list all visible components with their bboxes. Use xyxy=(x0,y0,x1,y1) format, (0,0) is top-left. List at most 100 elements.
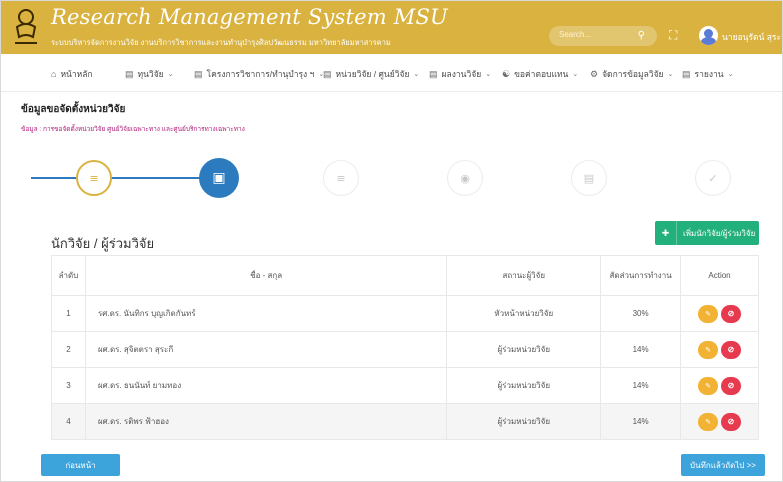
settings-icon: ⚙ xyxy=(590,68,599,79)
nav-item-label: รายงาน xyxy=(694,69,724,79)
file-icon: ▤ xyxy=(583,171,595,185)
delete-button[interactable]: ⊘ xyxy=(721,340,742,359)
page-title: ข้อมูลขอจัดตั้งหน่วยวิจัย xyxy=(21,104,126,115)
nav-item-label: โครงการวิชาการ/ทำนุบำรุง ฯ xyxy=(206,69,315,79)
edit-icon: ✎ xyxy=(705,346,711,354)
edit-button[interactable]: ✎ xyxy=(698,304,719,323)
chevron-down-icon: ⌄ xyxy=(413,71,420,78)
table-header-row: ลำดับ ชื่อ - สกุล สถานะผู้วิจัย สัดส่วนก… xyxy=(51,255,759,296)
edit-button[interactable]: ✎ xyxy=(698,340,719,359)
delete-icon: ⊘ xyxy=(727,417,735,426)
edit-button[interactable]: ✎ xyxy=(698,376,719,395)
add-researcher-button[interactable]: ✚ เพิ่มนักวิจัย/ผู้ร่วมวิจัย xyxy=(655,221,759,245)
col-header-no: ลำดับ xyxy=(51,255,86,296)
col-header-status: สถานะผู้วิจัย xyxy=(446,255,602,296)
page-subtitle: ข้อมูล : การขอจัดตั้งหน่วยวิจัย ศูนย์วิจ… xyxy=(21,126,245,133)
nav-item-label: จัดการข้อมูลวิจัย xyxy=(602,69,664,79)
main-nav: ⌂ หน้าหลัก ▤ ทุนวิจัย ⌄ ▤ โครงการวิชาการ… xyxy=(1,54,782,92)
step-3[interactable]: ≡ xyxy=(323,160,359,196)
nav-item-research-units[interactable]: ▤ หน่วยวิจัย / ศูนย์วิจัย ⌄ xyxy=(323,67,419,81)
save-next-button[interactable]: บันทึกแล้วถัดไป >> xyxy=(681,454,765,476)
edit-button[interactable]: ✎ xyxy=(698,412,719,431)
delete-button[interactable]: ⊘ xyxy=(721,376,742,395)
nav-item-grants[interactable]: ▤ ทุนวิจัย ⌄ xyxy=(125,67,174,81)
chevron-down-icon: ⌄ xyxy=(727,71,734,78)
delete-button[interactable]: ⊘ xyxy=(721,412,742,431)
nav-item-label: ขอค่าตอบแทน xyxy=(514,69,569,79)
chevron-down-icon: ⌄ xyxy=(572,71,579,78)
search-input[interactable]: Search... xyxy=(559,30,591,39)
row-actions: ✎ ⊘ xyxy=(680,403,759,440)
app-window: Research Management System MSU ระบบบริหา… xyxy=(0,0,783,482)
nav-item-label: ทุนวิจัย xyxy=(137,69,164,79)
step-5[interactable]: ▤ xyxy=(571,160,607,196)
chevron-down-icon: ⌄ xyxy=(667,71,674,78)
row-name: รศ.ดร. นันทิกร บุญเกิดกันทร์ xyxy=(84,295,448,332)
search-box[interactable]: Search... ⚲ xyxy=(549,26,657,46)
col-header-share: สัดส่วนการทำงาน xyxy=(600,255,682,296)
researchers-card: นักวิจัย / ผู้ร่วมวิจัย ✚ เพิ่มนักวิจัย/… xyxy=(41,219,759,469)
chevron-down-icon: ⌄ xyxy=(485,71,492,78)
nav-item-rewards[interactable]: ☯ ขอค่าตอบแทน ⌄ xyxy=(502,67,578,81)
delete-icon: ⊘ xyxy=(727,309,735,318)
table-row: 2 ผศ.ดร. สุจิตตรา สุระกี ผู้ร่วมหน่วยวิจ… xyxy=(51,331,759,368)
app-subtitle: ระบบบริหารจัดการงานวิจัย งานบริการวิชากา… xyxy=(51,38,391,47)
delete-button[interactable]: ⊘ xyxy=(721,304,742,323)
edit-icon: ✎ xyxy=(705,310,711,318)
check-circle-icon: ✓ xyxy=(708,171,718,185)
project-icon: ▤ xyxy=(194,68,203,79)
nav-item-label: หน่วยวิจัย / ศูนย์วิจัย xyxy=(335,69,410,79)
reward-icon: ☯ xyxy=(502,68,511,79)
delete-icon: ⊘ xyxy=(727,345,735,354)
search-icon[interactable]: ⚲ xyxy=(638,30,645,41)
fullscreen-icon[interactable]: ⛶ xyxy=(669,28,677,43)
app-title: Research Management System MSU xyxy=(51,5,448,29)
row-name: ผศ.ดร. รติพร ฟ้าฮอง xyxy=(84,403,448,440)
row-actions: ✎ ⊘ xyxy=(680,295,759,332)
add-researcher-label: เพิ่มนักวิจัย/ผู้ร่วมวิจัย xyxy=(683,228,756,238)
row-share: 14% xyxy=(600,367,682,404)
row-status: หัวหน้าหน่วยวิจัย xyxy=(446,295,602,332)
table-row: 1 รศ.ดร. นันทิกร บุญเกิดกันทร์ หัวหน้าหน… xyxy=(51,295,759,332)
col-header-action: Action xyxy=(680,255,759,296)
researchers-table: ลำดับ ชื่อ - สกุล สถานะผู้วิจัย สัดส่วนก… xyxy=(51,255,759,440)
table-row: 4 ผศ.ดร. รติพร ฟ้าฮอง ผู้ร่วมหน่วยวิจัย … xyxy=(51,403,759,440)
edit-icon: ✎ xyxy=(705,382,711,390)
avatar[interactable] xyxy=(699,26,718,45)
row-no: 3 xyxy=(51,367,86,404)
grant-icon: ▤ xyxy=(125,68,134,79)
row-status: ผู้ร่วมหน่วยวิจัย xyxy=(446,367,602,404)
msu-logo-icon xyxy=(15,9,37,44)
step-6[interactable]: ✓ xyxy=(695,160,731,196)
step-1[interactable]: ≡ xyxy=(76,160,112,196)
home-icon: ⌂ xyxy=(51,69,57,79)
row-share: 14% xyxy=(600,403,682,440)
nav-item-reports[interactable]: ▤ รายงาน ⌄ xyxy=(682,67,733,81)
row-no: 1 xyxy=(51,295,86,332)
nav-item-label: หน้าหลัก xyxy=(60,69,93,79)
step-2[interactable]: ▣ xyxy=(199,158,239,198)
row-share: 14% xyxy=(600,331,682,368)
row-actions: ✎ ⊘ xyxy=(680,367,759,404)
nav-item-outputs[interactable]: ▤ ผลงานวิจัย ⌄ xyxy=(429,67,491,81)
step-4[interactable]: ◉ xyxy=(447,160,483,196)
row-status: ผู้ร่วมหน่วยวิจัย xyxy=(446,403,602,440)
nav-item-projects[interactable]: ▤ โครงการวิชาการ/ทำนุบำรุง ฯ ⌄ xyxy=(194,67,324,81)
back-button[interactable]: ก่อนหน้า xyxy=(41,454,120,476)
row-share: 30% xyxy=(600,295,682,332)
row-name: ผศ.ดร. ธนนันท์ ยามทอง xyxy=(84,367,448,404)
chevron-down-icon: ⌄ xyxy=(167,71,174,78)
section-title: นักวิจัย / ผู้ร่วมวิจัย xyxy=(51,236,155,251)
nav-item-home[interactable]: ⌂ หน้าหลัก xyxy=(51,67,93,81)
row-actions: ✎ ⊘ xyxy=(680,331,759,368)
list-icon: ≡ xyxy=(336,171,346,185)
row-name: ผศ.ดร. สุจิตตรา สุระกี xyxy=(84,331,448,368)
row-status: ผู้ร่วมหน่วยวิจัย xyxy=(446,331,602,368)
nav-item-data-management[interactable]: ⚙ จัดการข้อมูลวิจัย ⌄ xyxy=(590,67,673,81)
list-icon: ≡ xyxy=(89,171,99,185)
output-icon: ▤ xyxy=(429,68,438,79)
user-menu[interactable]: นายอนุรัตน์ สุระจันทร์ xyxy=(722,30,782,44)
row-no: 4 xyxy=(51,403,86,440)
delete-icon: ⊘ xyxy=(727,381,735,390)
table-row: 3 ผศ.ดร. ธนนันท์ ยามทอง ผู้ร่วมหน่วยวิจั… xyxy=(51,367,759,404)
